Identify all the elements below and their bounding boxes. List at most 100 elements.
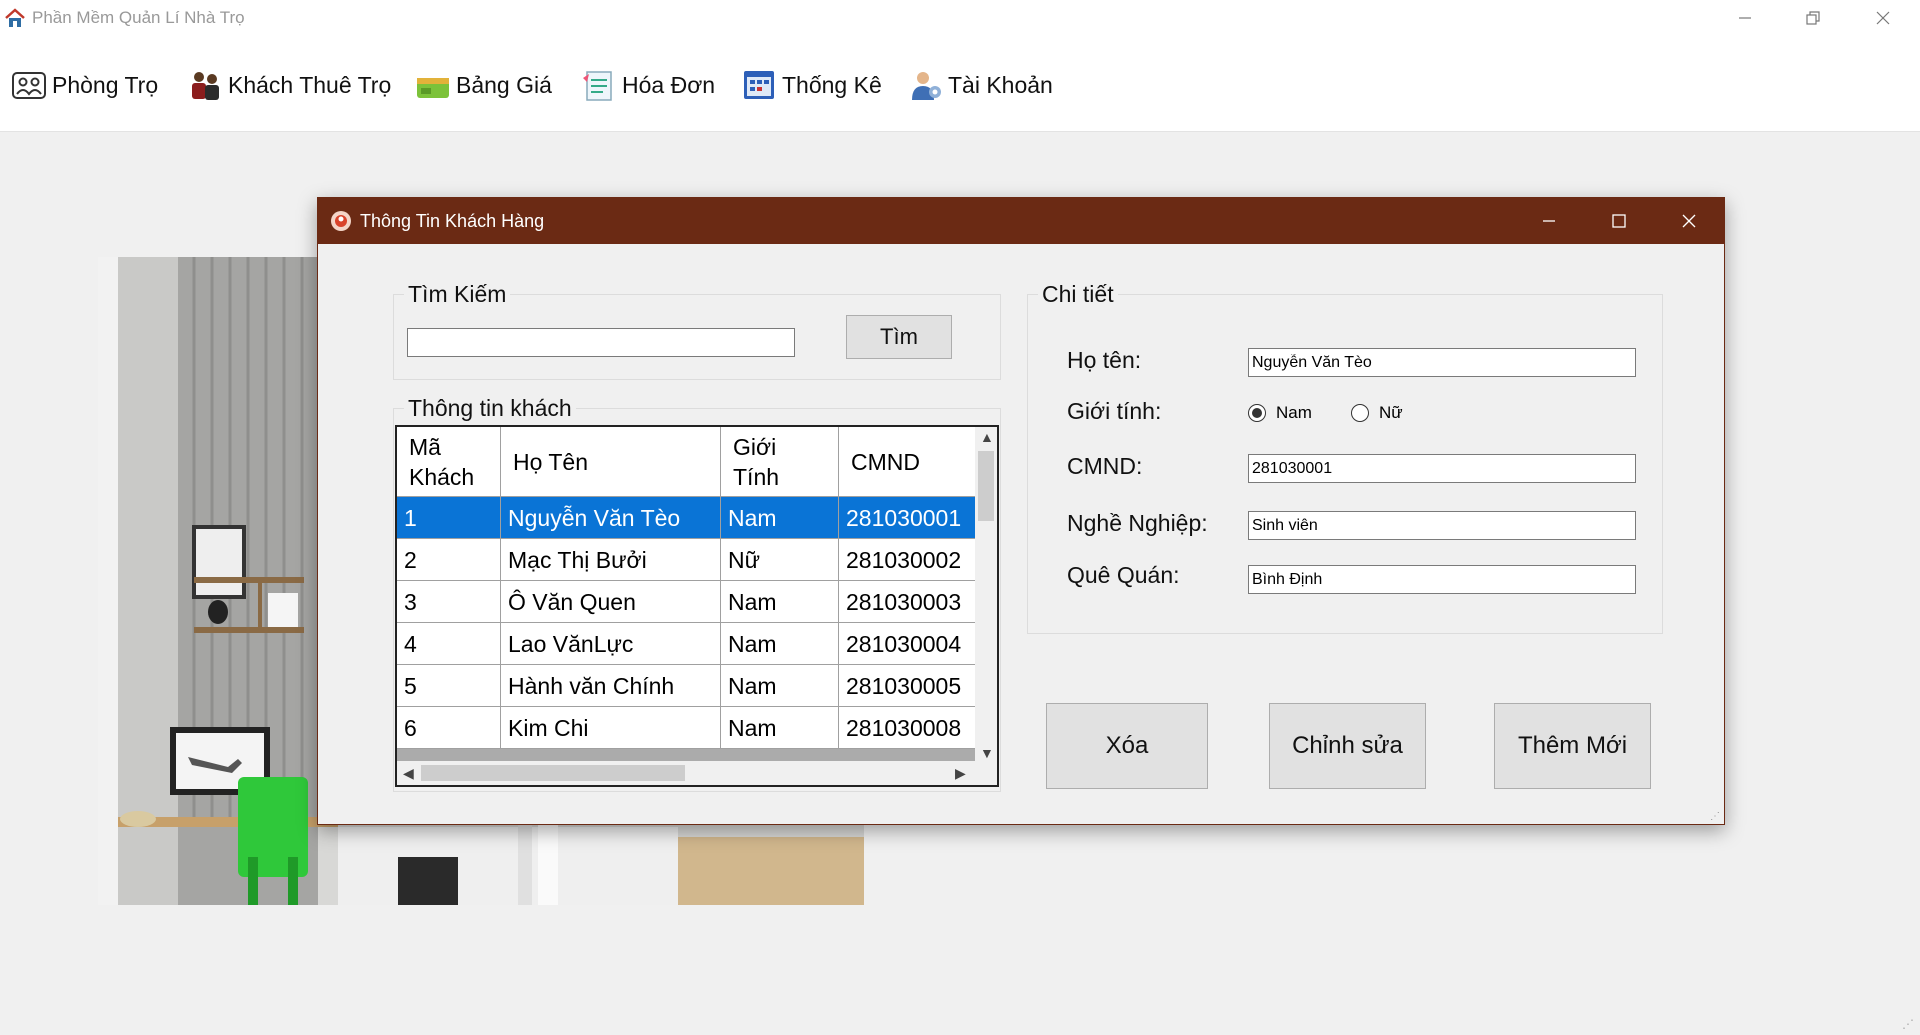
- menu-item-account[interactable]: Tài Khoản: [906, 66, 1053, 104]
- cell-id: 4: [397, 623, 501, 665]
- cell-gender: Nam: [721, 623, 839, 665]
- cell-id: 6: [397, 707, 501, 749]
- cell-id: 3: [397, 581, 501, 623]
- customer-info-dialog: Thông Tin Khách Hàng Tìm Kiếm Tìm Thông …: [317, 197, 1725, 825]
- cell-cmnd: 281030001: [839, 497, 977, 539]
- menu-item-price-list[interactable]: Bảng Giá: [414, 66, 552, 104]
- scroll-right-icon[interactable]: ▶: [955, 765, 966, 782]
- minimize-icon: [1739, 17, 1751, 19]
- tenants-icon: [186, 67, 224, 103]
- cell-name: Ô Văn Quen: [501, 581, 721, 623]
- cell-cmnd: 281030003: [839, 581, 977, 623]
- column-header-gender[interactable]: Giới Tính: [721, 427, 839, 497]
- price-list-icon: [414, 67, 452, 103]
- table-row[interactable]: 2 Mạc Thị Bưởi Nữ 281030002: [397, 539, 977, 581]
- vertical-scrollbar[interactable]: ▲ ▼: [975, 427, 997, 763]
- resize-grip-icon[interactable]: ⋰: [1710, 811, 1720, 822]
- guest-table: Mã Khách Họ Tên Giới Tính CMND 1 Nguyễn …: [395, 425, 999, 787]
- cell-gender: Nữ: [721, 539, 839, 581]
- horizontal-scrollbar[interactable]: ◀ ▶: [397, 761, 997, 785]
- table-row[interactable]: 3 Ô Văn Quen Nam 281030003: [397, 581, 977, 623]
- dialog-titlebar: Thông Tin Khách Hàng: [318, 198, 1724, 244]
- column-header-cmnd[interactable]: CMND: [839, 427, 977, 497]
- table-row[interactable]: 5 Hành văn Chính Nam 281030005: [397, 665, 977, 707]
- dialog-close-button[interactable]: [1654, 198, 1724, 244]
- menu-item-label: Thống Kê: [782, 71, 882, 98]
- hometown-field[interactable]: [1248, 565, 1636, 594]
- dialog-minimize-button[interactable]: [1514, 198, 1584, 244]
- name-field[interactable]: [1248, 348, 1636, 377]
- hometown-label: Quê Quán:: [1067, 562, 1180, 588]
- delete-button[interactable]: Xóa: [1046, 703, 1208, 789]
- column-header-name[interactable]: Họ Tên: [501, 427, 721, 497]
- restore-button[interactable]: [1778, 2, 1848, 34]
- menu-item-label: Hóa Đơn: [622, 71, 716, 98]
- table-row[interactable]: 4 Lao VănLực Nam 281030004: [397, 623, 977, 665]
- details-group-label: Chi tiết: [1038, 281, 1118, 308]
- menu-item-rooms[interactable]: Phòng Trọ: [10, 66, 158, 104]
- rooms-icon: [10, 67, 48, 103]
- app-logo-icon: [330, 210, 352, 232]
- cell-cmnd: 281030008: [839, 707, 977, 749]
- search-group-label: Tìm Kiếm: [404, 281, 511, 308]
- cell-gender: Nam: [721, 665, 839, 707]
- maximize-icon: [1612, 214, 1626, 228]
- vertical-scroll-thumb[interactable]: [978, 451, 994, 521]
- close-icon: [1682, 214, 1696, 228]
- gender-option-label: Nam: [1276, 403, 1312, 422]
- scroll-up-icon[interactable]: ▲: [980, 429, 994, 445]
- scroll-left-icon[interactable]: ◀: [403, 765, 414, 782]
- window-resize-grip-icon[interactable]: ⋰: [1902, 1017, 1914, 1031]
- statistics-icon: [740, 67, 778, 103]
- menu-item-statistics[interactable]: Thống Kê: [740, 66, 882, 104]
- gender-label: Giới tính:: [1067, 398, 1162, 424]
- cell-name: Kim Chi: [501, 707, 721, 749]
- dialog-title: Thông Tin Khách Hàng: [360, 211, 545, 231]
- search-button[interactable]: Tìm: [846, 315, 952, 359]
- job-field[interactable]: [1248, 511, 1636, 540]
- search-input[interactable]: [407, 328, 795, 357]
- restore-icon: [1806, 11, 1820, 25]
- cell-cmnd: 281030005: [839, 665, 977, 707]
- close-button[interactable]: [1848, 2, 1918, 34]
- cell-name: Nguyễn Văn Tèo: [501, 497, 721, 539]
- minimize-icon: [1543, 220, 1555, 222]
- menu-strip: Phòng Trọ Khách Thuê Trọ Bảng Giá Hóa Đơ…: [0, 36, 1920, 132]
- cell-id: 5: [397, 665, 501, 707]
- cmnd-label: CMND:: [1067, 453, 1143, 479]
- menu-item-label: Khách Thuê Trọ: [228, 71, 392, 98]
- cell-name: Hành văn Chính: [501, 665, 721, 707]
- guest-info-group-label: Thông tin khách: [404, 395, 576, 422]
- gender-option-label: Nữ: [1379, 403, 1403, 422]
- radio-unselected-icon: [1351, 404, 1369, 422]
- cmnd-field[interactable]: [1248, 454, 1636, 483]
- cell-name: Mạc Thị Bưởi: [501, 539, 721, 581]
- gender-radio-male[interactable]: Nam: [1248, 403, 1312, 423]
- table-row[interactable]: 1 Nguyễn Văn Tèo Nam 281030001: [397, 497, 977, 539]
- minimize-button[interactable]: [1710, 2, 1780, 34]
- house-icon: [4, 8, 26, 28]
- menu-item-label: Tài Khoản: [948, 71, 1053, 98]
- menu-item-invoice[interactable]: Hóa Đơn: [580, 66, 715, 104]
- horizontal-scroll-thumb[interactable]: [421, 765, 685, 781]
- table-body: 1 Nguyễn Văn Tèo Nam 281030001 2 Mạc Thị…: [397, 497, 977, 749]
- cell-gender: Nam: [721, 581, 839, 623]
- menu-item-tenants[interactable]: Khách Thuê Trọ: [186, 66, 391, 104]
- scroll-down-icon[interactable]: ▼: [980, 745, 994, 761]
- column-header-id[interactable]: Mã Khách: [397, 427, 501, 497]
- app-titlebar: Phần Mềm Quản Lí Nhà Trọ: [0, 0, 1920, 36]
- dialog-maximize-button[interactable]: [1584, 198, 1654, 244]
- cell-cmnd: 281030002: [839, 539, 977, 581]
- cell-name: Lao VănLực: [501, 623, 721, 665]
- invoice-icon: [580, 67, 618, 103]
- cell-gender: Nam: [721, 707, 839, 749]
- app-title: Phần Mềm Quản Lí Nhà Trọ: [32, 8, 245, 27]
- table-row[interactable]: 6 Kim Chi Nam 281030008: [397, 707, 977, 749]
- gender-radio-female[interactable]: Nữ: [1351, 403, 1403, 423]
- cell-cmnd: 281030004: [839, 623, 977, 665]
- add-new-button[interactable]: Thêm Mới: [1494, 703, 1651, 789]
- edit-button[interactable]: Chỉnh sửa: [1269, 703, 1426, 789]
- table-header: Mã Khách Họ Tên Giới Tính CMND: [397, 427, 977, 497]
- menu-item-label: Phòng Trọ: [52, 71, 159, 98]
- radio-selected-icon: [1248, 404, 1266, 422]
